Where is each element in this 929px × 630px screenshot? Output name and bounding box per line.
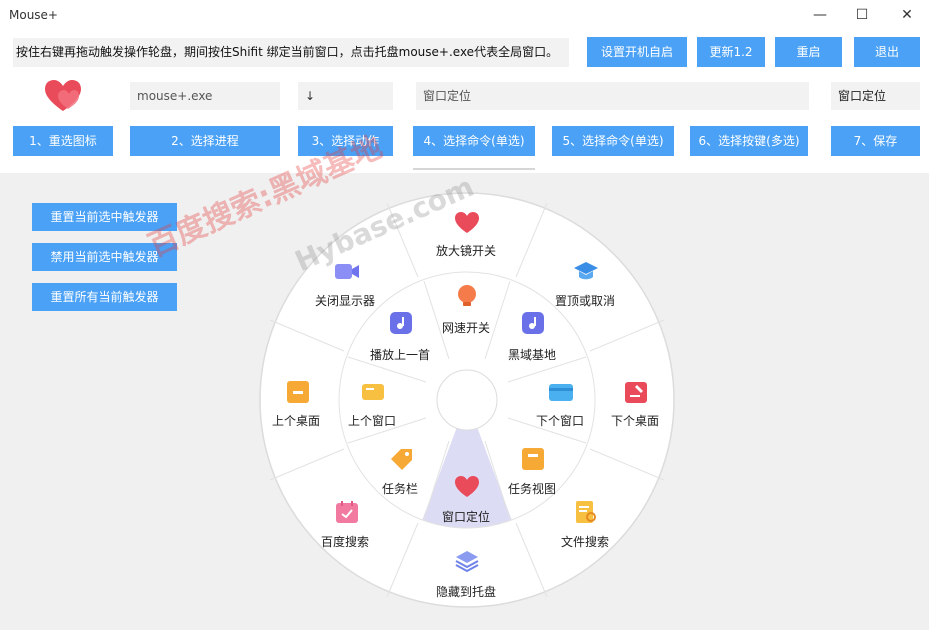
wheel-outer-label[interactable]: 隐藏到托盘 xyxy=(436,583,496,600)
minimize-icon[interactable]: — xyxy=(800,4,840,26)
wheel-outer-label[interactable]: 百度搜索 xyxy=(321,533,369,550)
action-field[interactable]: ↓ xyxy=(298,82,393,110)
exit-button[interactable]: 退出 xyxy=(854,37,920,67)
key-field[interactable]: 窗口定位 xyxy=(831,82,920,110)
ticket-icon xyxy=(362,384,384,400)
wheel-outer-label[interactable]: 置顶或取消 xyxy=(555,292,615,309)
heart-icon xyxy=(455,212,479,233)
reset-all-triggers-button[interactable]: 重置所有当前触发器 xyxy=(32,283,177,311)
note-edit-icon xyxy=(625,382,647,403)
step-6-button[interactable]: 6、选择按键(多选) xyxy=(690,126,808,156)
wheel-inner-label[interactable]: 任务栏 xyxy=(382,480,418,497)
lightbulb-icon xyxy=(458,285,476,306)
music-prev-icon xyxy=(390,312,412,334)
tab-underline xyxy=(413,168,535,170)
layers-icon xyxy=(455,551,479,573)
wheel-inner-label[interactable]: 任务视图 xyxy=(508,480,556,497)
maximize-icon[interactable]: ☐ xyxy=(842,4,882,26)
wheel-inner-label[interactable]: 下个窗口 xyxy=(536,412,584,429)
wheel-inner-label[interactable]: 上个窗口 xyxy=(348,412,396,429)
wheel-inner-label[interactable]: 网速开关 xyxy=(442,319,490,336)
wheel-center xyxy=(436,369,498,431)
music-note-icon xyxy=(522,312,544,334)
restart-button[interactable]: 重启 xyxy=(775,37,842,67)
wheel-outer-label[interactable]: 上个桌面 xyxy=(272,412,320,429)
wheel-inner-label[interactable]: 黑域基地 xyxy=(508,346,556,363)
close-icon[interactable]: ✕ xyxy=(887,4,927,26)
window-title: Mouse+ xyxy=(9,8,58,22)
card-icon xyxy=(549,384,573,401)
heart-logo-icon[interactable] xyxy=(44,79,82,113)
wheel-outer-label[interactable]: 文件搜索 xyxy=(561,533,609,550)
step-5-button[interactable]: 5、选择命令(单选) xyxy=(552,126,674,156)
heart-selected-icon xyxy=(455,476,479,497)
process-field[interactable]: mouse+.exe xyxy=(130,82,280,110)
step-1-button[interactable]: 1、重选图标 xyxy=(13,126,113,156)
update-button[interactable]: 更新1.2 xyxy=(697,37,765,67)
step-4-button[interactable]: 4、选择命令(单选) xyxy=(413,126,535,156)
step-7-save-button[interactable]: 7、保存 xyxy=(831,126,920,156)
wheel-inner-label[interactable]: 播放上一首 xyxy=(370,346,430,363)
wheel-outer-label[interactable]: 下个桌面 xyxy=(611,412,659,429)
step-2-button[interactable]: 2、选择进程 xyxy=(130,126,280,156)
wheel-outer-label[interactable]: 关闭显示器 xyxy=(315,292,375,309)
task-view-icon xyxy=(522,448,544,470)
instruction-text: 按住右键再拖动触发操作轮盘，期间按住Shifit 绑定当前窗口，点击托盘mous… xyxy=(13,38,569,67)
graduation-cap-icon xyxy=(574,262,598,280)
file-search-icon xyxy=(576,501,596,523)
wheel-outer-label[interactable]: 放大镜开关 xyxy=(436,242,496,259)
folder-icon xyxy=(287,381,309,403)
command-field[interactable]: 窗口定位 xyxy=(416,82,809,110)
title-bar: Mouse+ — ☐ ✕ xyxy=(0,0,929,30)
tag-icon xyxy=(391,449,412,470)
calendar-icon xyxy=(336,501,358,523)
wheel-inner-label-selected[interactable]: 窗口定位 xyxy=(442,508,490,525)
autostart-button[interactable]: 设置开机自启 xyxy=(587,37,687,67)
